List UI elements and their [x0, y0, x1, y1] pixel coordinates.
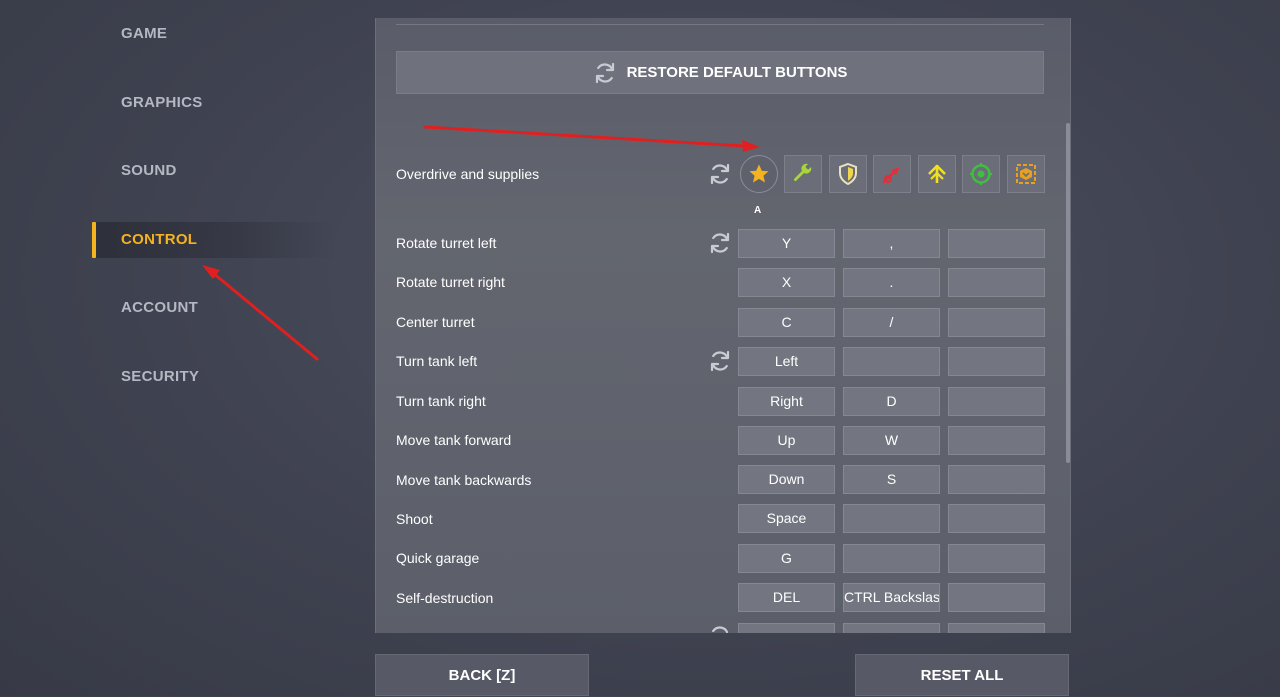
- key-slot-3[interactable]: [948, 583, 1045, 612]
- key-slot-2[interactable]: [843, 623, 940, 633]
- sidebar-item-game[interactable]: GAME: [121, 17, 167, 51]
- active-item-indicator: [92, 222, 96, 258]
- scrollbar[interactable]: [1066, 123, 1070, 463]
- reset-row-icon[interactable]: [708, 624, 732, 633]
- supply-armor[interactable]: [829, 155, 867, 193]
- sidebar-item-control[interactable]: CONTROL: [121, 223, 197, 257]
- key-slot-3[interactable]: [948, 623, 1045, 633]
- key-slot-2[interactable]: W: [843, 426, 940, 455]
- key-slot-3[interactable]: [948, 544, 1045, 573]
- key-slot-1[interactable]: Up: [738, 426, 835, 455]
- back-button[interactable]: BACK [Z]: [375, 654, 589, 696]
- reset-all-button[interactable]: RESET ALL: [855, 654, 1069, 696]
- sidebar-item-account[interactable]: ACCOUNT: [121, 291, 198, 325]
- sidebar-item-graphics[interactable]: GRAPHICS: [121, 86, 203, 120]
- action-label: Move tank forward: [396, 432, 512, 448]
- restore-label: RESTORE DEFAULT BUTTONS: [626, 64, 848, 81]
- key-slot-3[interactable]: [948, 426, 1045, 455]
- gold-box-icon: [1016, 164, 1036, 184]
- key-slot-2[interactable]: D: [843, 387, 940, 416]
- key-slot-2[interactable]: ,: [843, 229, 940, 258]
- supply-repair[interactable]: [784, 155, 822, 193]
- key-slot-2[interactable]: [843, 504, 940, 533]
- action-label: Turn tank right: [396, 393, 486, 409]
- key-slot-2[interactable]: .: [843, 268, 940, 297]
- supplies-label: Overdrive and supplies: [396, 166, 540, 182]
- action-label: Center turret: [396, 314, 475, 330]
- shield-icon: [839, 162, 857, 186]
- key-slot-3[interactable]: [948, 347, 1045, 376]
- panel-divider: [396, 24, 1044, 25]
- damage-icon: [882, 167, 900, 184]
- key-slot-2[interactable]: S: [843, 465, 940, 494]
- sidebar-item-sound[interactable]: SOUND: [121, 154, 177, 188]
- key-slot-1[interactable]: Space: [738, 504, 835, 533]
- key-slot-3[interactable]: [948, 308, 1045, 337]
- star-icon: [748, 163, 770, 185]
- supplies-key-label: A: [754, 205, 762, 216]
- key-slot-2[interactable]: [843, 544, 940, 573]
- supply-gold-box[interactable]: [1007, 155, 1045, 193]
- reset-row-icon[interactable]: [708, 162, 732, 186]
- key-slot-1[interactable]: [738, 623, 835, 633]
- key-slot-1[interactable]: X: [738, 268, 835, 297]
- supply-speed[interactable]: [918, 155, 956, 193]
- key-slot-1[interactable]: C: [738, 308, 835, 337]
- supply-damage[interactable]: [873, 155, 911, 193]
- wrench-icon: [793, 163, 812, 182]
- supply-overdrive[interactable]: [740, 155, 778, 193]
- key-slot-3[interactable]: [948, 229, 1045, 258]
- key-slot-3[interactable]: [948, 268, 1045, 297]
- action-label: Rotate turret left: [396, 235, 497, 251]
- action-label: Quick garage: [396, 550, 480, 566]
- key-slot-2[interactable]: /: [843, 308, 940, 337]
- key-slot-1[interactable]: DEL: [738, 583, 835, 612]
- arrow-to-control: [202, 265, 319, 361]
- key-slot-1[interactable]: G: [738, 544, 835, 573]
- key-slot-1[interactable]: Right: [738, 387, 835, 416]
- reset-row-icon[interactable]: [708, 349, 732, 373]
- action-label: Self-destruction: [396, 590, 494, 606]
- key-slot-1[interactable]: Down: [738, 465, 835, 494]
- restore-default-buttons[interactable]: RESTORE DEFAULT BUTTONS: [396, 51, 1044, 94]
- key-slot-2[interactable]: CTRL Backslash: [843, 583, 940, 612]
- action-label: Move tank backwards: [396, 472, 532, 488]
- key-slot-1[interactable]: Left: [738, 347, 835, 376]
- key-slot-3[interactable]: [948, 387, 1045, 416]
- action-label: Shoot: [396, 511, 433, 527]
- key-slot-1[interactable]: Y: [738, 229, 835, 258]
- key-slot-3[interactable]: [948, 504, 1045, 533]
- key-slot-3[interactable]: [948, 465, 1045, 494]
- key-slot-2[interactable]: [843, 347, 940, 376]
- controls-panel: RESTORE DEFAULT BUTTONS Overdrive and su…: [375, 18, 1071, 633]
- speed-boost-icon: [928, 164, 946, 183]
- supply-mine[interactable]: [962, 155, 1000, 193]
- refresh-icon: [595, 62, 614, 83]
- sidebar-item-security[interactable]: SECURITY: [121, 360, 199, 394]
- reset-row-icon[interactable]: [708, 231, 732, 255]
- mine-icon: [970, 163, 992, 185]
- action-label: Rotate turret right: [396, 274, 505, 290]
- action-label: Turn tank left: [396, 353, 478, 369]
